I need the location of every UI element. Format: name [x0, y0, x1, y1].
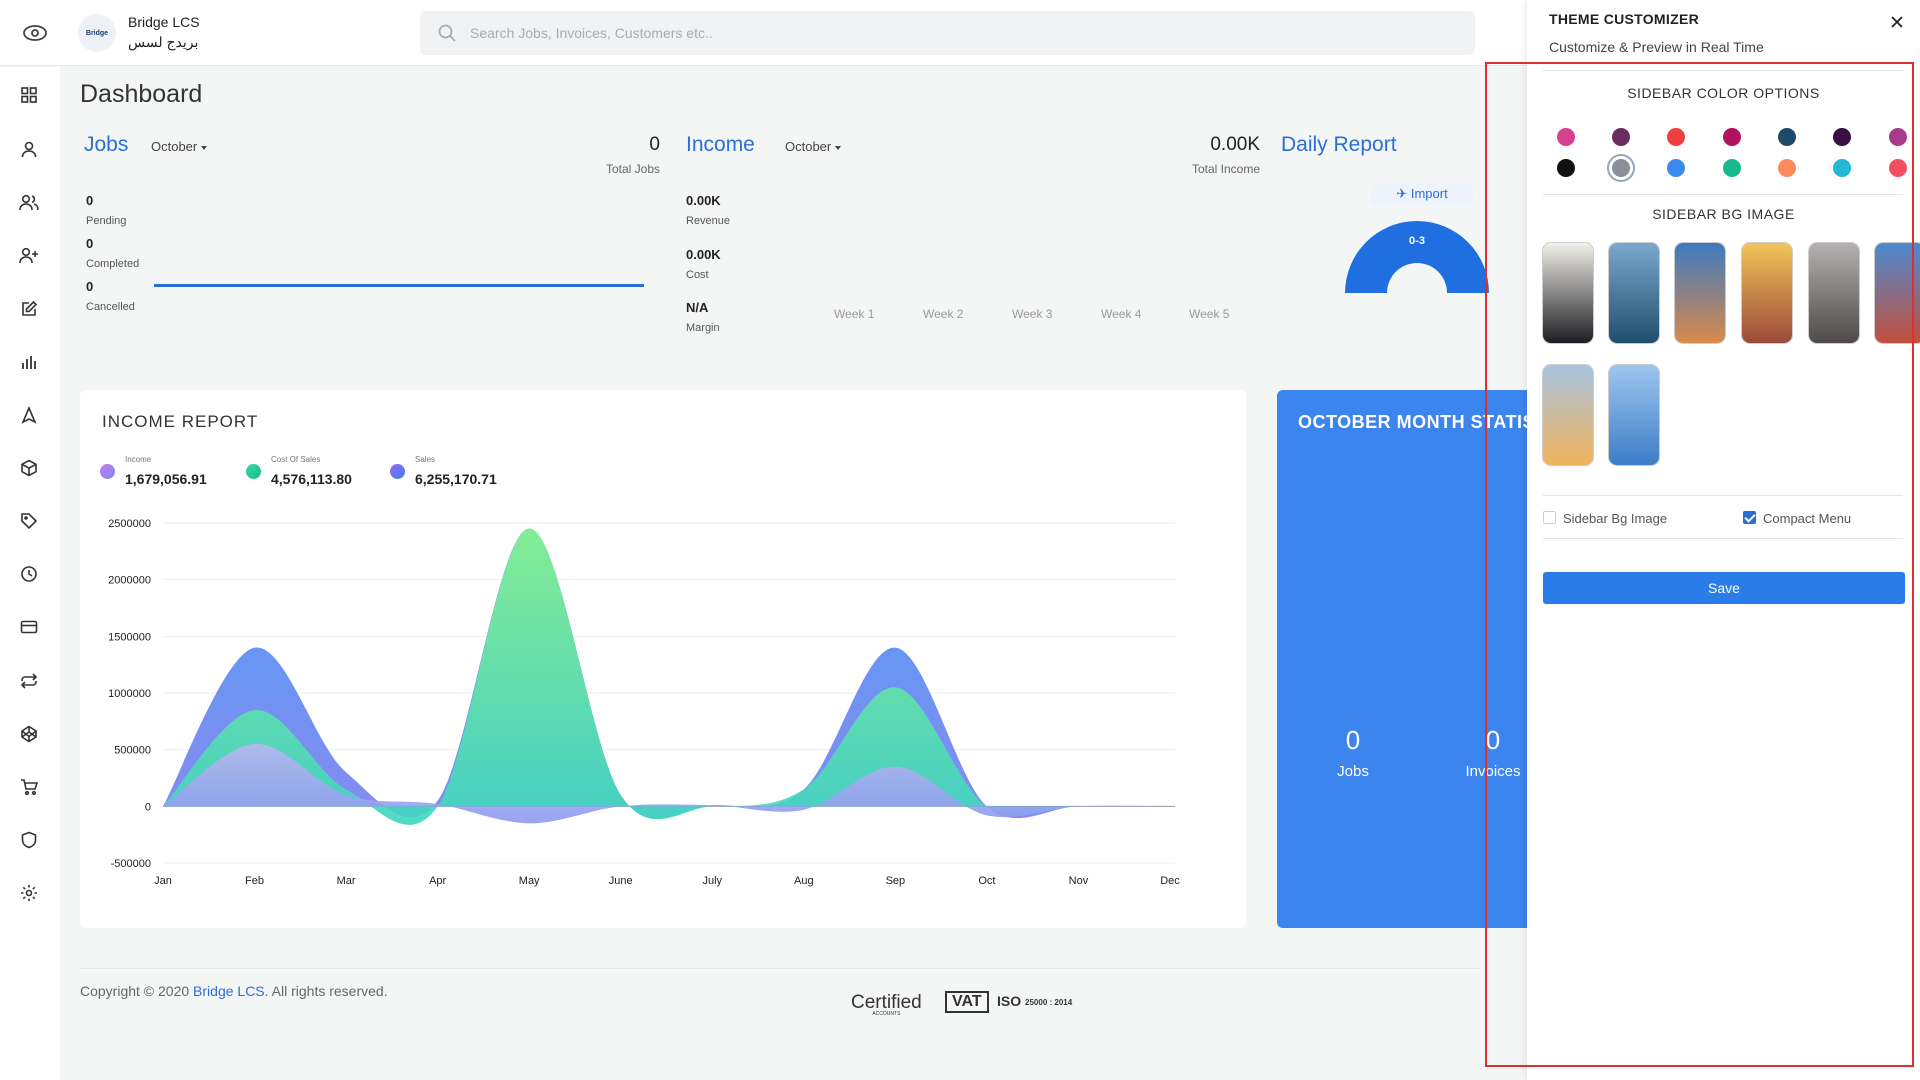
y-tick-label: 2500000 — [108, 518, 151, 530]
iso-logo: ISO 25000 : 2014 — [997, 993, 1072, 1009]
jobs-progress-line — [154, 284, 644, 287]
credit-card-icon[interactable] — [18, 616, 40, 638]
customizer-title: THEME CUSTOMIZER — [1549, 11, 1699, 27]
main-content: Dashboard Jobs October 0 Total Jobs 0 Pe… — [60, 67, 1540, 1052]
y-tick-label: 1000000 — [108, 688, 151, 700]
cancelled-label: Cancelled — [86, 301, 135, 313]
total-jobs-label: Total Jobs — [605, 162, 660, 176]
x-tick-label: Sep — [886, 875, 906, 887]
clock-icon[interactable] — [18, 563, 40, 585]
x-tick-label: June — [609, 875, 633, 887]
completed-value: 0 — [86, 236, 94, 251]
brand-name-arabic: بريدج لسس — [128, 34, 199, 50]
stat-jobs-label: Jobs — [1337, 763, 1369, 780]
package-icon[interactable] — [18, 457, 40, 479]
users-icon[interactable] — [18, 191, 40, 213]
x-tick-label: Mar — [337, 875, 356, 887]
total-jobs-value: 0 — [649, 134, 660, 155]
bar-chart-icon[interactable] — [18, 351, 40, 373]
income-title: Income — [686, 133, 755, 156]
user-icon[interactable] — [18, 138, 40, 160]
income-report-card: INCOME REPORT Income 1,679,056.91 Cost O… — [80, 390, 1246, 928]
shield-icon[interactable] — [18, 829, 40, 851]
search-icon — [438, 24, 456, 42]
page-title: Dashboard — [80, 80, 203, 108]
gauge-label: 0-3 — [1409, 235, 1425, 247]
tag-icon[interactable] — [18, 510, 40, 532]
transfer-icon[interactable] — [18, 670, 40, 692]
eye-icon[interactable] — [22, 24, 48, 42]
cancelled-value: 0 — [86, 279, 94, 294]
x-tick-label: Dec — [1160, 875, 1180, 887]
search-bar[interactable] — [420, 11, 1475, 55]
cost-value: 0.00K — [686, 247, 721, 262]
copyright-suffix: . All rights reserved. — [264, 983, 388, 999]
settings-icon[interactable] — [18, 882, 40, 904]
x-tick-label: Apr — [429, 875, 446, 887]
x-tick-label: Aug — [794, 875, 814, 887]
logo-text: Bridge — [85, 29, 109, 37]
certified-label: Certified — [851, 992, 922, 1013]
total-income-value: 0.00K — [1210, 134, 1260, 155]
import-label: Import — [1410, 186, 1448, 201]
week-label: Week 5 — [1189, 307, 1230, 321]
customizer-subtitle: Customize & Preview in Real Time — [1549, 39, 1764, 55]
x-tick-label: Oct — [978, 875, 995, 887]
total-income-label: Total Income — [1191, 162, 1260, 176]
highlight-box — [1485, 62, 1914, 1067]
daily-report-gauge: 0-3 — [1345, 221, 1489, 293]
brand: Bridge LCS بريدج لسس — [128, 14, 200, 51]
company-link[interactable]: Bridge LCS — [193, 983, 265, 999]
revenue-value: 0.00K — [686, 193, 721, 208]
import-button[interactable]: ✈ Import — [1371, 183, 1473, 205]
iso-number: 25000 : 2014 — [1025, 997, 1073, 1007]
completed-label: Completed — [86, 258, 140, 270]
add-user-icon[interactable] — [18, 244, 40, 266]
edit-icon[interactable] — [18, 298, 40, 320]
week-label: Week 3 — [1012, 307, 1053, 321]
stat-jobs-value: 0 — [1345, 725, 1361, 755]
codepen-icon[interactable] — [18, 723, 40, 745]
x-tick-label: May — [519, 875, 540, 887]
navigation-icon[interactable] — [18, 404, 40, 426]
pending-label: Pending — [86, 215, 127, 227]
revenue-label: Revenue — [686, 215, 731, 227]
copyright-prefix: Copyright © 2020 — [80, 983, 194, 999]
week-label: Week 4 — [1101, 307, 1142, 321]
company-logo[interactable]: Bridge — [78, 14, 116, 52]
close-icon[interactable] — [1889, 14, 1905, 30]
daily-report-title: Daily Report — [1281, 133, 1397, 156]
margin-value: N/A — [686, 300, 709, 315]
dashboard-icon[interactable] — [18, 84, 40, 106]
income-area-chart: 2500000 2000000 1500000 1000000 500000 0 -5000… — [108, 518, 1180, 887]
cart-icon[interactable] — [18, 776, 40, 798]
x-tick-label: July — [702, 875, 722, 887]
y-tick-label: 2000000 — [108, 575, 151, 587]
y-tick-label: 1500000 — [108, 631, 151, 643]
brand-name: Bridge LCS — [128, 14, 200, 30]
x-tick-label: Nov — [1069, 875, 1089, 887]
x-tick-label: Jan — [154, 875, 172, 887]
week-label: Week 1 — [834, 307, 875, 321]
x-tick-label: Feb — [245, 875, 264, 887]
week-label: Week 2 — [923, 307, 964, 321]
jobs-month-dropdown[interactable]: October — [151, 139, 207, 154]
import-icon: ✈ — [1396, 186, 1408, 201]
copyright: Copyright © 2020 Bridge LCS. All rights … — [80, 983, 388, 999]
y-tick-label: -500000 — [111, 858, 151, 870]
certified-logo: Certified ACCOUNTS — [851, 992, 922, 1017]
vat-logo: VAT — [945, 991, 989, 1013]
jobs-title: Jobs — [84, 133, 129, 156]
y-tick-label: 0 — [145, 801, 151, 813]
y-tick-label: 500000 — [114, 745, 151, 757]
footer-divider — [80, 968, 1480, 969]
cost-label: Cost — [686, 269, 709, 281]
search-input[interactable] — [470, 11, 1460, 55]
income-month-dropdown[interactable]: October — [785, 139, 841, 154]
sidebar — [0, 67, 60, 1080]
margin-label: Margin — [686, 322, 720, 334]
iso-label: ISO — [997, 993, 1022, 1009]
pending-value: 0 — [86, 193, 94, 208]
